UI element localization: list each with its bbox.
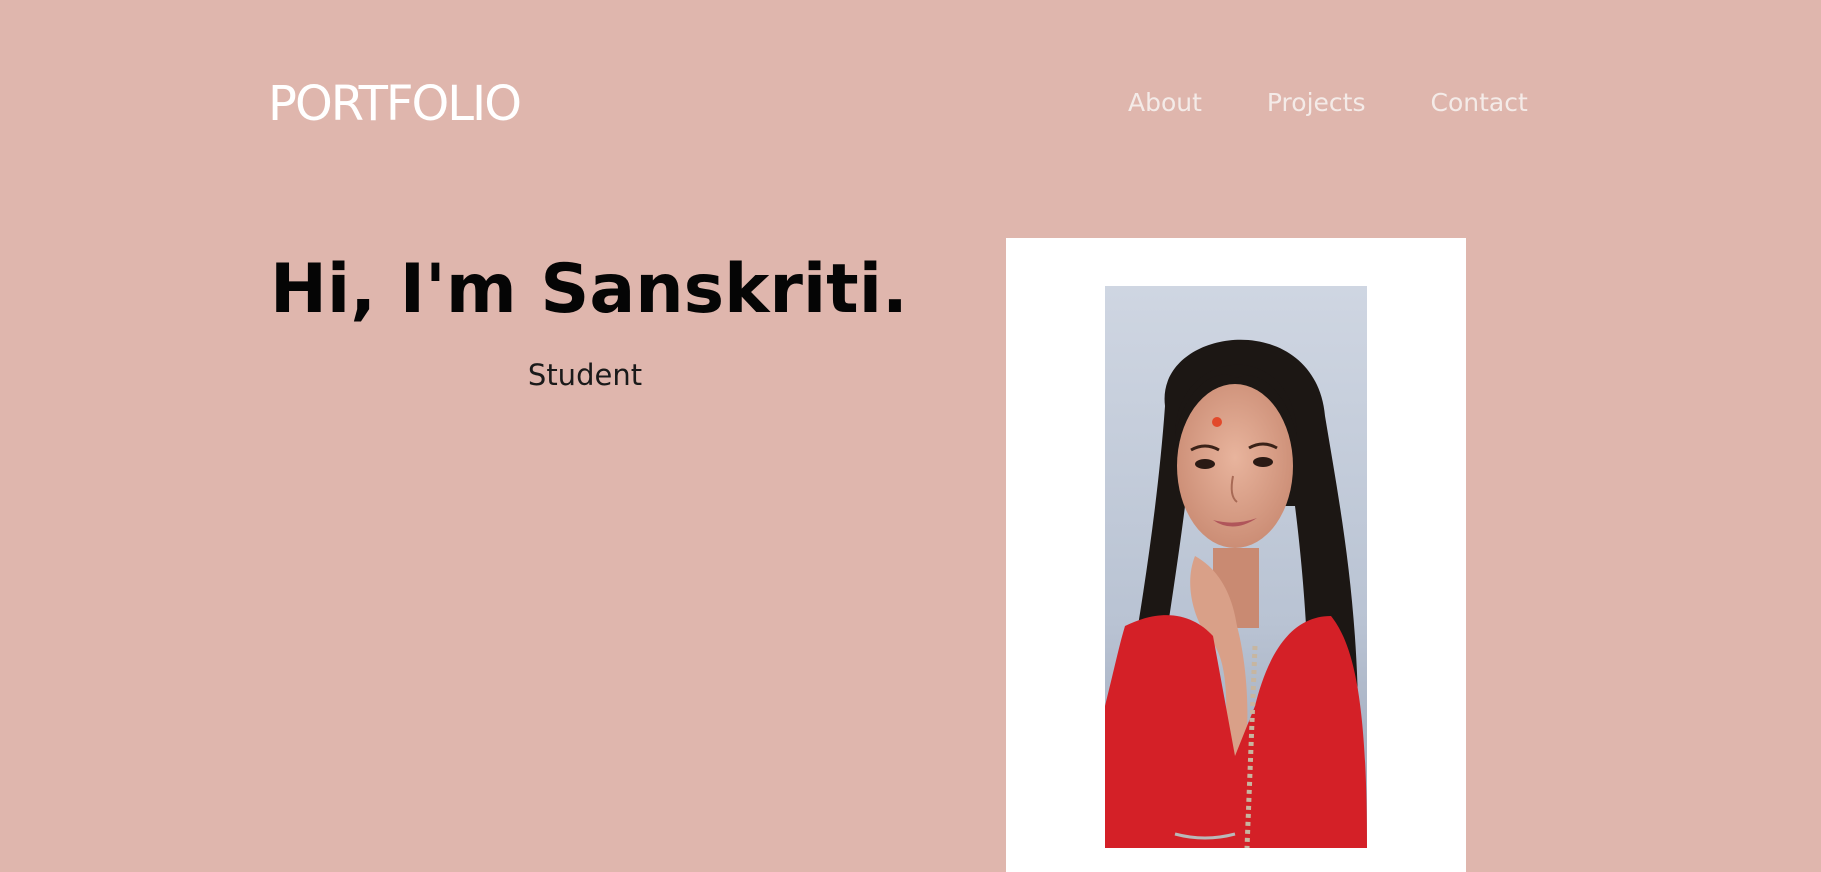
hero-subtitle: Student [527, 358, 643, 392]
main-nav: About Projects Contact [1128, 88, 1528, 118]
profile-photo-card [1006, 238, 1466, 872]
nav-link-projects[interactable]: Projects [1267, 88, 1366, 118]
hero-title: Hi, I'm Sanskriti. [270, 250, 908, 329]
nav-link-contact[interactable]: Contact [1430, 88, 1527, 118]
site-logo[interactable]: PORTFOLIO [268, 76, 522, 132]
nav-link-about[interactable]: About [1128, 88, 1202, 118]
profile-photo [1105, 286, 1367, 848]
